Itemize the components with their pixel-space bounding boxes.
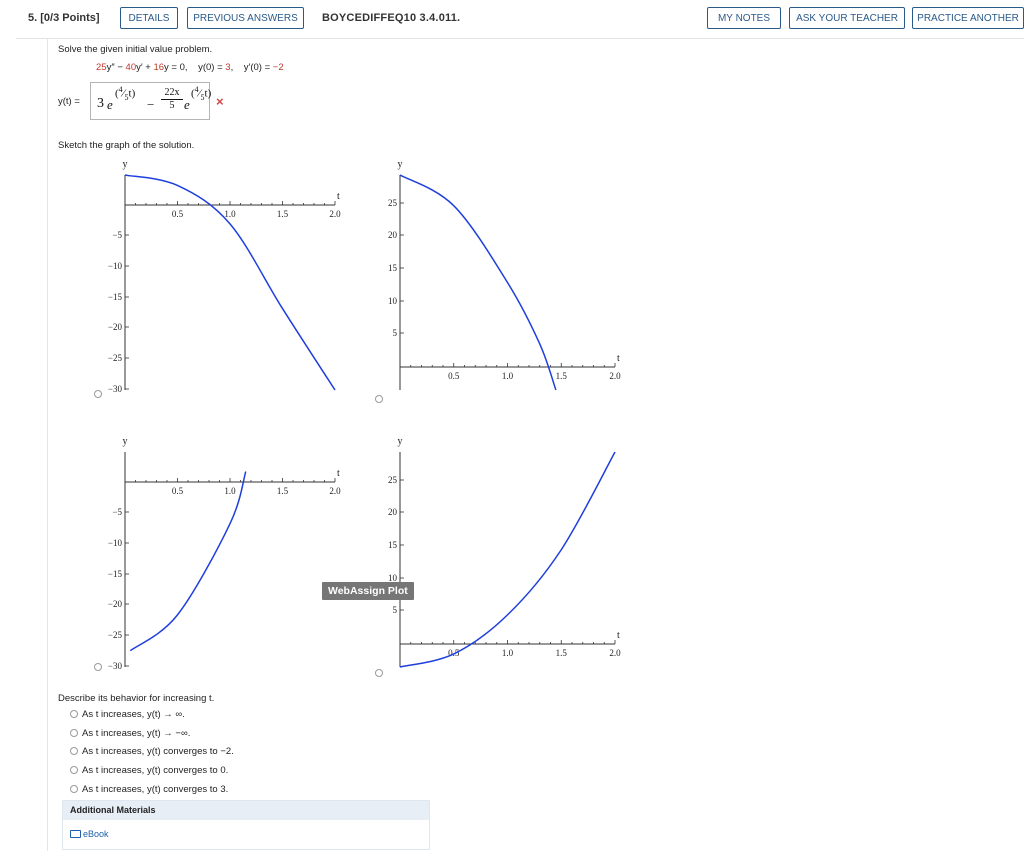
x-tick-label: 1.5 [556, 371, 568, 381]
graph-option-4: 0.5 1.0 1.5 2.0 y t 25 20 15 10 5 [370, 432, 640, 677]
y-tick-label: −10 [108, 261, 123, 271]
x-tick-label: 1.5 [277, 209, 289, 219]
solution-curve [399, 174, 557, 391]
x-tick-label: 2.0 [609, 371, 621, 381]
question-number: 5. [0/3 Points] [28, 12, 100, 24]
y-axis-label: y [123, 159, 128, 170]
x-tick-label: 0.5 [172, 209, 184, 219]
x-axis-label: t [617, 353, 620, 364]
behavior-prompt: Describe its behavior for increasing t. [58, 693, 215, 704]
y-tick-label: −30 [108, 384, 123, 394]
x-tick-label: 1.5 [556, 648, 568, 658]
x-tick-label: 2.0 [329, 209, 341, 219]
y-tick-label: −25 [108, 353, 123, 363]
y-tick-label: 5 [393, 605, 398, 615]
answer-fraction: 22x 5 [161, 87, 183, 112]
y-tick-label: 5 [393, 328, 398, 338]
y-tick-label: −10 [108, 538, 123, 548]
graph-option-2: 0.5 1.0 1.5 2.0 y t 25 20 15 10 5 [370, 155, 640, 400]
graph-3-svg: 0.5 1.0 1.5 2.0 y t −5 −10 −15 −20 −25 −30 [108, 436, 341, 671]
x-tick-label: 1.5 [277, 486, 289, 496]
behavior-option-4-radio[interactable] [70, 766, 78, 774]
problem-equation: 25y″ − 40y′ + 16y = 0, y(0) = 3, y′(0) =… [96, 62, 284, 73]
x-tick-label: 0.5 [448, 648, 460, 658]
y-tick-label: 10 [388, 296, 398, 306]
additional-materials: Additional Materials eBook [62, 800, 430, 850]
graph-option-2-radio[interactable] [375, 395, 383, 403]
problem-prompt: Solve the given initial value problem. [58, 44, 213, 55]
graph-option-3: 0.5 1.0 1.5 2.0 y t −5 −10 −15 −20 −25 −30 [90, 432, 360, 677]
x-tick-label: 1.0 [502, 371, 514, 381]
behavior-option-1-radio[interactable] [70, 710, 78, 718]
y-tick-label: −5 [112, 230, 122, 240]
y-tick-label: 20 [388, 230, 398, 240]
y-tick-label: 20 [388, 507, 398, 517]
y-tick-label: 15 [388, 540, 398, 550]
x-axis-label: t [337, 468, 340, 479]
initial-condition-2: y′(0) = −2 [243, 62, 284, 73]
behavior-option-4[interactable]: As t increases, y(t) converges to 0. [70, 765, 228, 776]
behavior-option-1[interactable]: As t increases, y(t) → ∞. [70, 709, 185, 720]
x-axis-label: t [617, 630, 620, 641]
y-tick-label: 25 [388, 198, 398, 208]
behavior-option-3[interactable]: As t increases, y(t) converges to −2. [70, 746, 234, 757]
x-tick-label: 1.0 [224, 486, 236, 496]
ebook-link[interactable]: eBook [70, 829, 109, 839]
x-tick-label: 1.0 [502, 648, 514, 658]
y-axis-label: y [398, 436, 403, 447]
y-tick-label: 25 [388, 475, 398, 485]
x-tick-label: 0.5 [172, 486, 184, 496]
graph-2-svg: 0.5 1.0 1.5 2.0 y t 25 20 15 10 5 [388, 159, 621, 391]
webassign-plot-tooltip: WebAssign Plot [322, 582, 414, 600]
graph-1-svg: 0.5 1.0 1.5 2.0 y t −5 −10 −15 −20 −25 −30 [108, 159, 341, 394]
previous-answers-button[interactable]: PREVIOUS ANSWERS [187, 7, 304, 29]
details-button[interactable]: DETAILS [120, 7, 178, 29]
y-tick-label: −25 [108, 630, 123, 640]
y-tick-label: −5 [112, 507, 122, 517]
solution-curve [399, 451, 616, 668]
answer-label: y(t) = [58, 96, 80, 107]
question-id: BOYCEDIFFEQ10 3.4.011. [322, 12, 461, 24]
graph-option-4-radio[interactable] [375, 669, 383, 677]
y-tick-label: −20 [108, 322, 123, 332]
y-axis-label: y [398, 159, 403, 170]
y-tick-label: −15 [108, 292, 123, 302]
answer-input[interactable]: 3 e (4⁄5t) − 22x 5 e (4⁄5t) [90, 82, 211, 120]
y-tick-label: −15 [108, 569, 123, 579]
my-notes-button[interactable]: MY NOTES [707, 7, 781, 29]
x-tick-label: 2.0 [329, 486, 341, 496]
y-tick-label: 15 [388, 263, 398, 273]
graph-option-3-radio[interactable] [94, 663, 102, 671]
y-axis-label: y [123, 436, 128, 447]
behavior-option-5[interactable]: As t increases, y(t) converges to 3. [70, 784, 228, 795]
behavior-option-2-radio[interactable] [70, 729, 78, 737]
practice-another-button[interactable]: PRACTICE ANOTHER [912, 7, 1024, 29]
x-axis-label: t [337, 191, 340, 202]
y-tick-label: −20 [108, 599, 123, 609]
y-tick-label: −30 [108, 661, 123, 671]
question-header: 5. [0/3 Points] DETAILS PREVIOUS ANSWERS… [16, 0, 1024, 39]
behavior-option-2[interactable]: As t increases, y(t) → −∞. [70, 728, 190, 739]
graph-option-1: 0.5 1.0 1.5 2.0 y t −5 −10 −15 −20 −25 −30 [90, 155, 360, 400]
sketch-prompt: Sketch the graph of the solution. [58, 140, 195, 151]
initial-condition-1: y(0) = 3, [198, 62, 234, 73]
content-divider [47, 39, 48, 851]
ask-your-teacher-button[interactable]: ASK YOUR TEACHER [789, 7, 905, 29]
additional-materials-title: Additional Materials [70, 805, 156, 815]
solution-curve [124, 174, 336, 391]
behavior-option-5-radio[interactable] [70, 785, 78, 793]
solution-curve [129, 471, 247, 652]
graph-4-svg: 0.5 1.0 1.5 2.0yt252015105 [388, 436, 621, 668]
behavior-option-3-radio[interactable] [70, 747, 78, 755]
book-icon [70, 830, 81, 838]
x-tick-label: 0.5 [448, 371, 460, 381]
x-tick-label: 2.0 [609, 648, 621, 658]
incorrect-icon: × [216, 94, 224, 109]
graph-option-1-radio[interactable] [94, 390, 102, 398]
x-tick-label: 1.0 [224, 209, 236, 219]
